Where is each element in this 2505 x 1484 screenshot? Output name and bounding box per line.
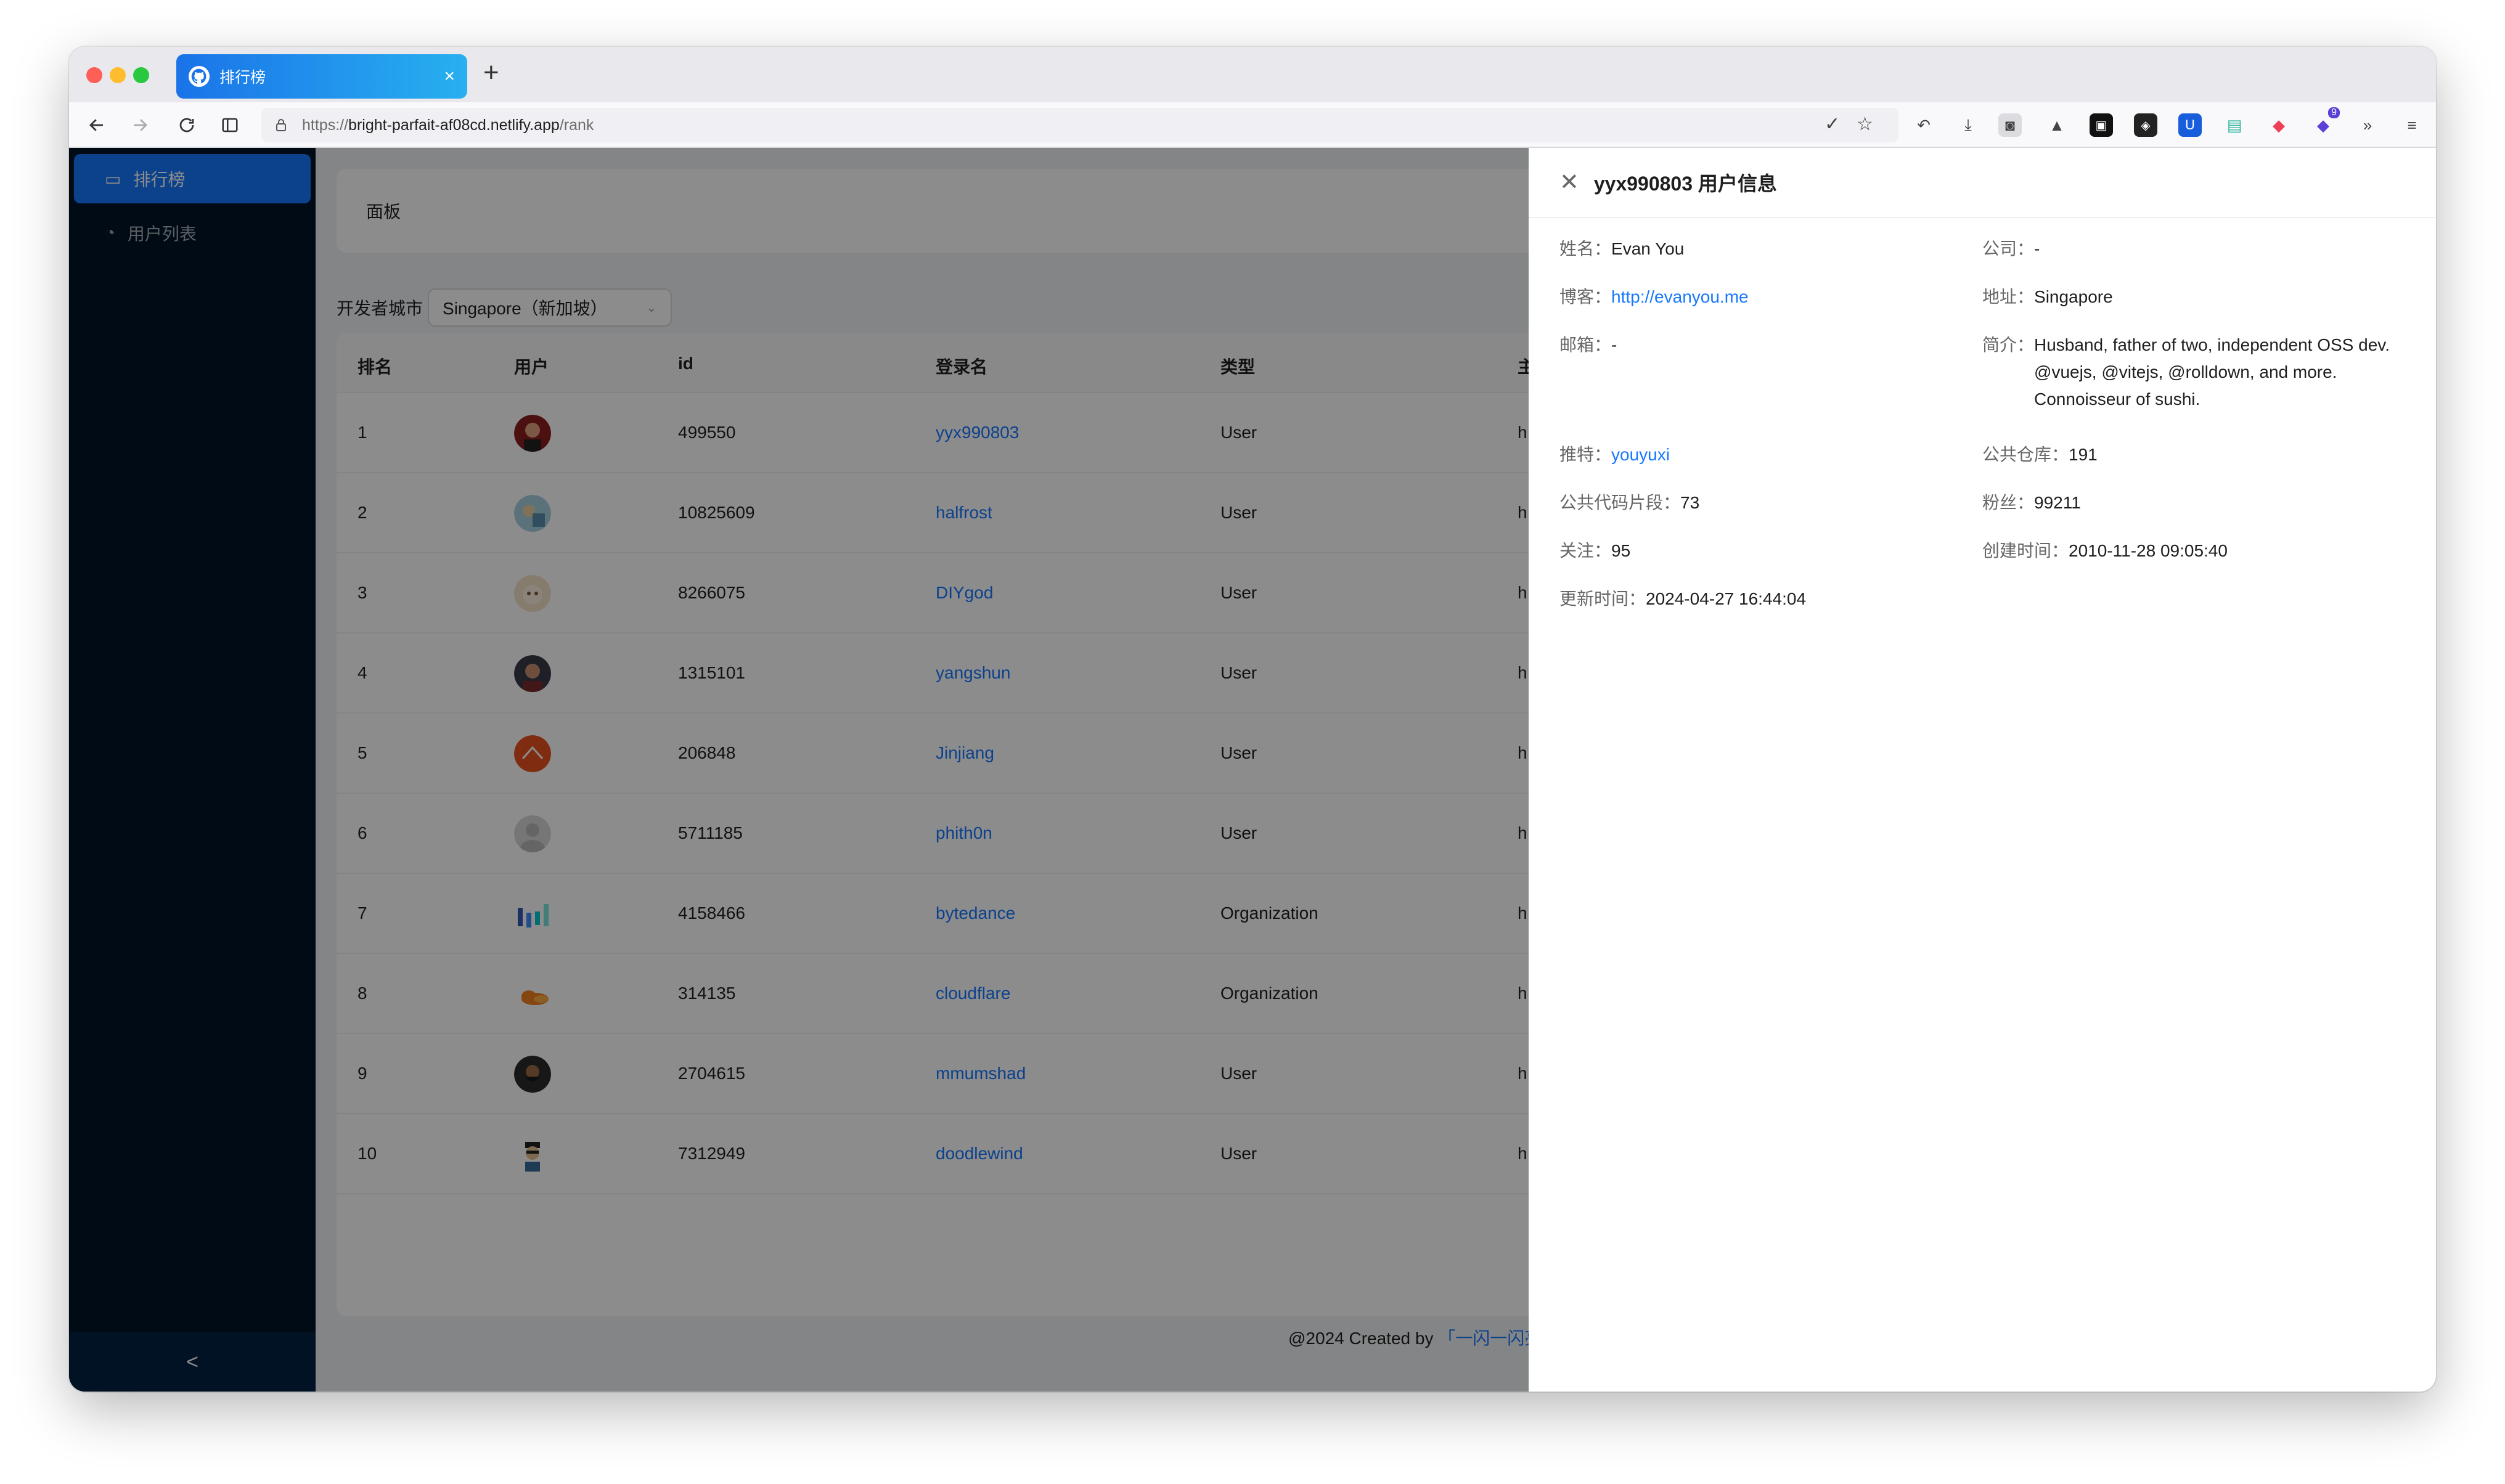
tab-bar: 排行榜 × + bbox=[69, 47, 2436, 102]
reload-icon[interactable] bbox=[173, 111, 201, 139]
history-icon[interactable]: ↶ bbox=[1912, 113, 1935, 137]
field-label: 创建时间： bbox=[1982, 541, 2069, 560]
field-label: 简介： bbox=[1982, 335, 2035, 354]
field-public-gists: 公共代码片段：73 bbox=[1559, 489, 1699, 516]
url-host: bright-parfait-af08cd.netlify.app bbox=[348, 116, 560, 134]
field-value: Evan You bbox=[1611, 239, 1685, 258]
field-value: 191 bbox=[2069, 445, 2098, 464]
field-company: 公司：- bbox=[1982, 235, 2040, 263]
field-label: 博客： bbox=[1559, 287, 1612, 306]
field-value: 2024-04-27 16:44:04 bbox=[1646, 589, 1807, 608]
field-value: Husband, father of two, independent OSS … bbox=[2034, 335, 2390, 409]
field-label: 地址： bbox=[1982, 287, 2035, 306]
field-updated-at: 更新时间：2024-04-27 16:44:04 bbox=[1559, 585, 1806, 613]
tab-close-icon[interactable]: × bbox=[444, 67, 455, 86]
field-name: 姓名：Evan You bbox=[1559, 235, 1684, 263]
maximize-window-button[interactable] bbox=[133, 67, 149, 83]
field-label: 关注： bbox=[1559, 541, 1612, 560]
field-label: 姓名： bbox=[1559, 239, 1612, 258]
back-icon[interactable] bbox=[83, 111, 111, 139]
close-icon[interactable]: ✕ bbox=[1559, 171, 1579, 194]
field-value: 73 bbox=[1680, 493, 1700, 512]
field-label: 粉丝： bbox=[1982, 493, 2035, 512]
drawer-header: ✕ yyx990803 用户信息 bbox=[1529, 148, 2436, 218]
bookmark-star-icon[interactable]: ☆ bbox=[1857, 113, 1873, 135]
rocket-icon[interactable]: ▲ bbox=[2045, 113, 2069, 137]
password-manager-icon[interactable]: U bbox=[2178, 113, 2202, 137]
tab-title: 排行榜 bbox=[219, 69, 266, 86]
browser-window: 排行榜 × + https://bright-parfait-af08cd.ne… bbox=[69, 47, 2436, 1392]
field-label: 邮箱： bbox=[1559, 335, 1612, 354]
drawer-title: yyx990803 用户信息 bbox=[1593, 173, 1777, 195]
field-value: - bbox=[2034, 239, 2040, 258]
field-twitter: 推特：youyuxi bbox=[1559, 441, 1670, 468]
lock-icon bbox=[276, 119, 286, 131]
sidebar-toggle-icon[interactable] bbox=[216, 111, 244, 139]
twitter-link[interactable]: youyuxi bbox=[1611, 445, 1670, 464]
minimize-window-button[interactable] bbox=[110, 67, 126, 83]
navigation-bar: https://bright-parfait-af08cd.netlify.ap… bbox=[69, 102, 2436, 148]
field-public-repos: 公共仓库：191 bbox=[1982, 441, 2098, 468]
screenshot-icon[interactable]: ◙ bbox=[1998, 113, 2022, 137]
checkmark-icon[interactable]: ✓ bbox=[1825, 113, 1840, 135]
menu-icon[interactable]: ≡ bbox=[2400, 113, 2424, 137]
download-icon[interactable]: ⤓ bbox=[1956, 113, 1980, 137]
field-label: 公司： bbox=[1982, 239, 2035, 258]
field-created-at: 创建时间：2010-11-28 09:05:40 bbox=[1982, 537, 2228, 565]
address-bar[interactable]: https://bright-parfait-af08cd.netlify.ap… bbox=[261, 108, 1898, 142]
url-path: /rank bbox=[559, 116, 594, 134]
save-icon[interactable]: ▤ bbox=[2223, 113, 2246, 137]
field-followers: 粉丝：99211 bbox=[1982, 489, 2081, 516]
user-info-drawer: ✕ yyx990803 用户信息 姓名：Evan You 公司：- 博客：htt… bbox=[1529, 148, 2436, 1392]
field-bio: 简介： Husband, father of two, independent O… bbox=[1982, 332, 2404, 413]
field-value: 99211 bbox=[2034, 493, 2081, 512]
field-value: - bbox=[1611, 335, 1617, 354]
github-icon bbox=[189, 66, 210, 87]
blog-link[interactable]: http://evanyou.me bbox=[1611, 287, 1749, 306]
field-following: 关注：95 bbox=[1559, 537, 1630, 565]
url-prefix: https:// bbox=[302, 116, 349, 134]
badge-extension-icon[interactable]: ◆ 9 bbox=[2311, 107, 2340, 137]
field-email: 邮箱：- bbox=[1559, 332, 1617, 359]
field-label: 公共代码片段： bbox=[1559, 493, 1681, 512]
browser-tab[interactable]: 排行榜 × bbox=[176, 54, 467, 99]
field-label: 公共仓库： bbox=[1982, 445, 2069, 464]
field-location: 地址：Singapore bbox=[1982, 283, 2113, 311]
field-value: 2010-11-28 09:05:40 bbox=[2069, 541, 2228, 560]
extension-icon[interactable]: ▣ bbox=[2090, 113, 2113, 137]
field-label: 推特： bbox=[1559, 445, 1612, 464]
field-blog: 博客：http://evanyou.me bbox=[1559, 283, 1749, 311]
field-label: 更新时间： bbox=[1559, 589, 1646, 608]
overflow-chevron-icon[interactable]: » bbox=[2356, 113, 2379, 137]
close-window-button[interactable] bbox=[86, 67, 102, 83]
field-value: 95 bbox=[1611, 541, 1631, 560]
forward-icon[interactable] bbox=[126, 111, 154, 139]
pocket-icon[interactable]: ◆ bbox=[2267, 113, 2290, 137]
extension-badge: 9 bbox=[2328, 107, 2340, 118]
page: ▭ 排行榜 ◔ 用户列表 < 面板 开发者城市 Singapore（新加坡） ⌄ bbox=[69, 148, 2436, 1392]
new-tab-button[interactable]: + bbox=[483, 59, 499, 86]
field-value: Singapore bbox=[2034, 287, 2113, 306]
extension-icon-2[interactable]: ◈ bbox=[2134, 113, 2157, 137]
